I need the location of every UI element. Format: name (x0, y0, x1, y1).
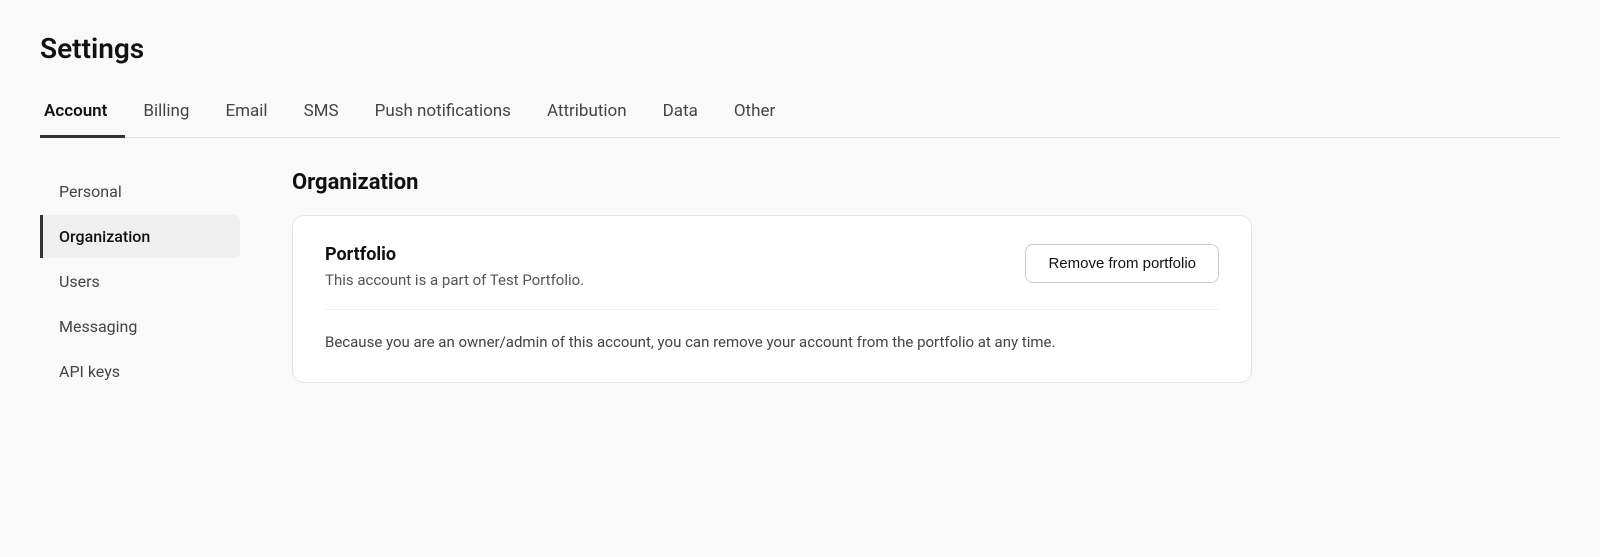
portfolio-description: Because you are an owner/admin of this a… (325, 309, 1219, 354)
tab-email[interactable]: Email (207, 89, 285, 138)
card-header-left: Portfolio This account is a part of Test… (325, 244, 993, 289)
tab-account[interactable]: Account (40, 89, 125, 138)
content-area: Personal Organization Users Messaging AP… (40, 170, 1560, 395)
top-nav: Account Billing Email SMS Push notificat… (40, 89, 1560, 138)
sidebar-item-organization[interactable]: Organization (40, 215, 240, 258)
tab-sms[interactable]: SMS (286, 89, 357, 138)
portfolio-subtitle: This account is a part of Test Portfolio… (325, 271, 993, 289)
sidebar: Personal Organization Users Messaging AP… (40, 170, 260, 395)
portfolio-title: Portfolio (325, 244, 993, 265)
tab-data[interactable]: Data (645, 89, 716, 138)
sidebar-item-users[interactable]: Users (40, 260, 240, 303)
sidebar-item-messaging[interactable]: Messaging (40, 305, 240, 348)
page-wrapper: Settings Account Billing Email SMS Push … (0, 0, 1600, 557)
tab-attribution[interactable]: Attribution (529, 89, 645, 138)
remove-from-portfolio-button[interactable]: Remove from portfolio (1025, 244, 1219, 283)
portfolio-card: Portfolio This account is a part of Test… (292, 215, 1252, 383)
sidebar-item-api-keys[interactable]: API keys (40, 350, 240, 393)
sidebar-item-personal[interactable]: Personal (40, 170, 240, 213)
card-header: Portfolio This account is a part of Test… (325, 244, 1219, 289)
tab-push-notifications[interactable]: Push notifications (357, 89, 529, 138)
page-title: Settings (40, 32, 1560, 65)
main-content: Organization Portfolio This account is a… (260, 170, 1560, 395)
tab-billing[interactable]: Billing (125, 89, 207, 138)
section-title: Organization (292, 170, 1560, 195)
tab-other[interactable]: Other (716, 89, 793, 138)
